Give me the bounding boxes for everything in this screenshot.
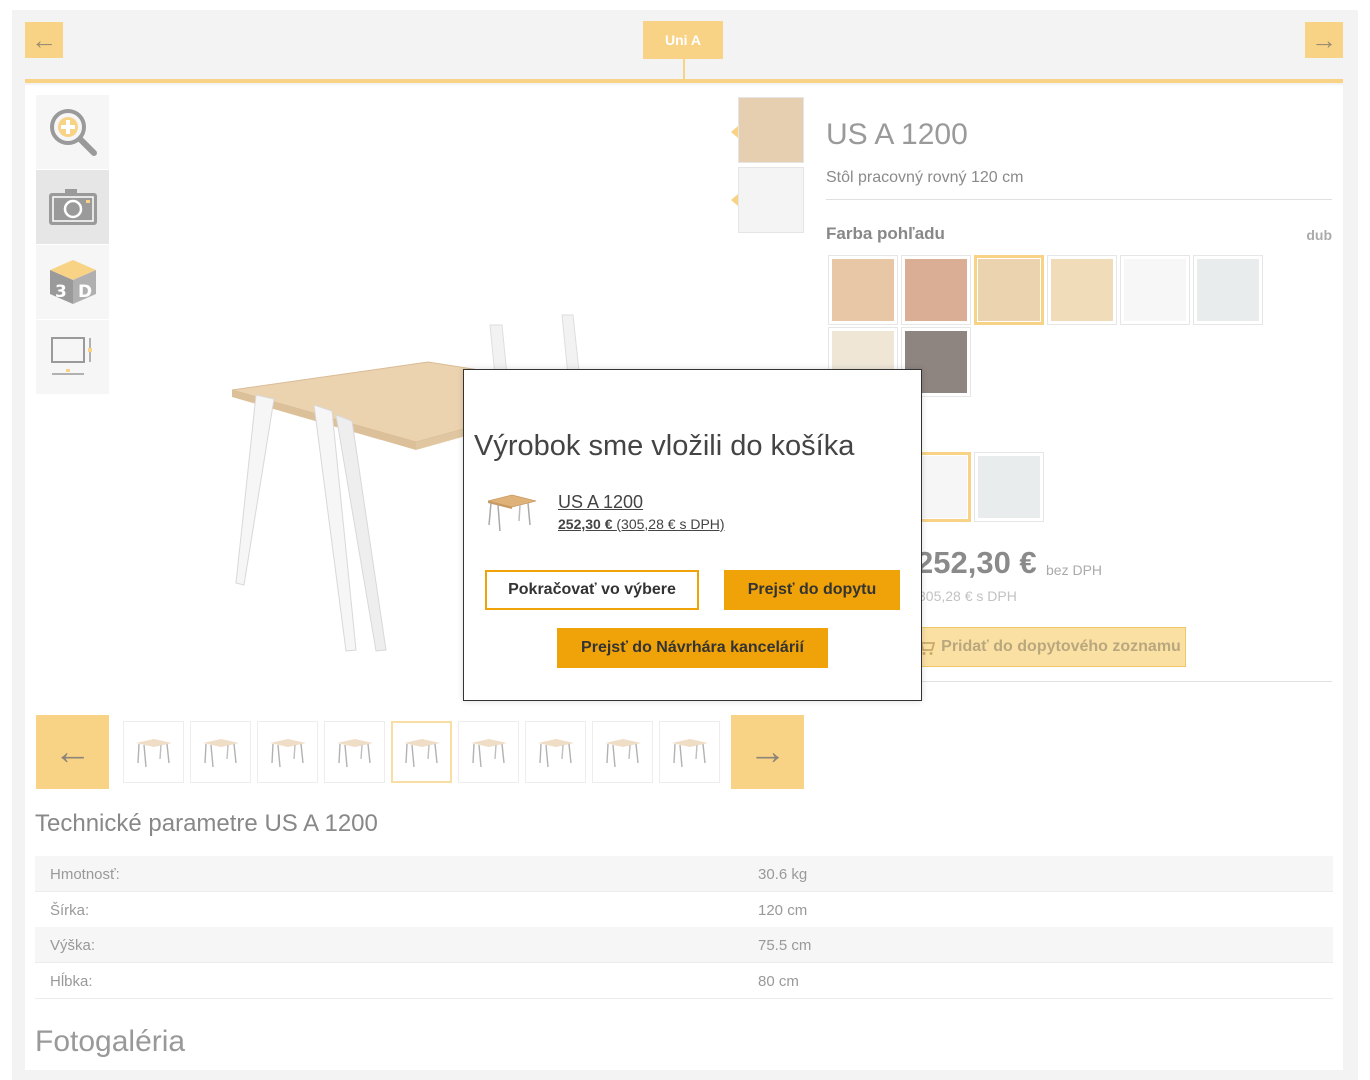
3d-view-icon: 3 D	[49, 260, 96, 304]
3d-letter-d: D	[78, 282, 92, 302]
zoom-button[interactable]	[36, 95, 109, 169]
swatch-color	[1197, 259, 1259, 321]
thumbnail-desk-image	[135, 739, 172, 768]
3d-letter-3: 3	[55, 282, 67, 302]
photo-view-button[interactable]	[36, 170, 109, 244]
color-swatch-6[interactable]	[1193, 255, 1263, 325]
price: 252,30 €	[916, 545, 1037, 580]
param-name: Šírka:	[50, 901, 90, 919]
swatch-color	[905, 259, 967, 321]
thumbnail-desk-image	[202, 739, 239, 768]
dialog-product-price[interactable]: 252,30 € (305,28 € s DPH)	[558, 516, 725, 532]
go-to-inquiry-button[interactable]: Prejsť do dopytu	[724, 570, 900, 610]
product-subtitle: Stôl pracovný rovný 120 cm	[826, 169, 1024, 186]
product-title: US A 1200	[826, 118, 968, 151]
color-swatch-1[interactable]	[828, 255, 898, 325]
arrow-right-icon: →	[1311, 24, 1337, 55]
arrow-right-icon: →	[748, 730, 787, 773]
add-to-inquiry-button[interactable]: Pridať do dopytového zoznamu	[912, 627, 1186, 667]
thumbnail-9[interactable]	[659, 721, 720, 783]
thumbnail-5[interactable]	[391, 721, 452, 783]
param-value: 30.6 kg	[758, 866, 808, 883]
photo-gallery-heading: Fotogaléria	[35, 1025, 186, 1058]
divider	[826, 199, 1332, 200]
color-swatch-5[interactable]	[1120, 255, 1190, 325]
tab-current-series[interactable]: Uni A	[643, 21, 723, 59]
param-value: 120 cm	[758, 901, 808, 919]
swatch-pointer-icon	[731, 126, 738, 138]
gallery-swatch-white[interactable]	[738, 167, 804, 233]
param-name: Výška:	[50, 937, 96, 954]
dimensions-button[interactable]	[36, 320, 109, 394]
thumbnail-4[interactable]	[324, 721, 385, 783]
continue-shopping-button[interactable]: Pokračovať vo výbere	[485, 570, 699, 610]
go-to-office-designer-button[interactable]: Prejsť do Návrhára kancelárií	[557, 628, 828, 668]
table-row: Hĺbka: 80 cm	[35, 963, 1333, 999]
swatch-color	[978, 456, 1040, 518]
frame-swatch-2[interactable]	[974, 452, 1044, 522]
color-value: dub	[1306, 227, 1332, 243]
thumbnail-desk-image	[403, 739, 440, 768]
table-row: Výška: 75.5 cm	[35, 927, 1333, 963]
thumbnail-2[interactable]	[190, 721, 251, 783]
thumbnails-next-button[interactable]: →	[731, 715, 804, 789]
next-product-button[interactable]: →	[1305, 22, 1343, 58]
thumbnail-desk-image	[336, 739, 373, 768]
dialog-price-bold: 252,30 €	[558, 516, 613, 532]
camera-icon	[48, 189, 97, 225]
add-to-inquiry-label: Pridať do dopytového zoznamu	[941, 638, 1181, 655]
thumbnail-desk-image	[671, 739, 708, 768]
thumbnail-3[interactable]	[257, 721, 318, 783]
thumbnail-desk-image	[269, 739, 306, 768]
price-note: bez DPH	[1046, 562, 1103, 578]
color-swatch-2[interactable]	[901, 255, 971, 325]
thumbnail-desk-image	[537, 739, 574, 768]
thumbnail-desk-image	[470, 739, 507, 768]
param-name: Hĺbka:	[50, 972, 93, 990]
dialog-title: Výrobok sme vložili do košíka	[474, 430, 855, 462]
param-name: Hmotnosť:	[50, 866, 120, 883]
prev-product-button[interactable]: ←	[25, 22, 63, 58]
arrow-left-icon: ←	[53, 730, 92, 773]
arrow-left-icon: ←	[31, 24, 57, 55]
thumbnails-prev-button[interactable]: ←	[36, 715, 109, 789]
swatch-pointer-icon	[731, 194, 738, 206]
thumbnail-7[interactable]	[525, 721, 586, 783]
swatch-color	[1124, 259, 1186, 321]
color-swatch-3[interactable]	[974, 255, 1044, 325]
gallery-swatch-wood[interactable]	[738, 97, 804, 163]
swatch-color	[832, 259, 894, 321]
3d-view-button[interactable]: 3 D	[36, 245, 109, 319]
tab-connector	[683, 59, 685, 79]
nav-underline	[25, 79, 1343, 83]
dialog-product-link[interactable]: US A 1200	[558, 492, 643, 513]
swatch-color	[1051, 259, 1113, 321]
table-row: Hmotnosť: 30.6 kg	[35, 856, 1333, 892]
params-heading: Technické parametre US A 1200	[35, 810, 378, 837]
dialog-price-vat: (305,28 € s DPH)	[616, 516, 725, 532]
swatch-color	[978, 259, 1040, 321]
color-label: Farba pohľadu	[826, 224, 945, 243]
price-with-vat: 305,28 € s DPH	[918, 588, 1017, 604]
thumbnail-1[interactable]	[123, 721, 184, 783]
color-swatch-4[interactable]	[1047, 255, 1117, 325]
param-value: 80 cm	[758, 972, 799, 990]
added-to-cart-dialog: Výrobok sme vložili do košíka US A 1200 …	[463, 369, 922, 701]
param-value: 75.5 cm	[758, 937, 812, 954]
zoom-in-icon	[49, 109, 97, 156]
thumbnail-desk-image	[604, 739, 641, 768]
table-row: Šírka: 120 cm	[35, 892, 1333, 928]
dimensions-icon	[50, 337, 92, 375]
dialog-product-thumbnail[interactable]	[486, 491, 538, 533]
thumbnail-6[interactable]	[458, 721, 519, 783]
thumbnail-8[interactable]	[592, 721, 653, 783]
